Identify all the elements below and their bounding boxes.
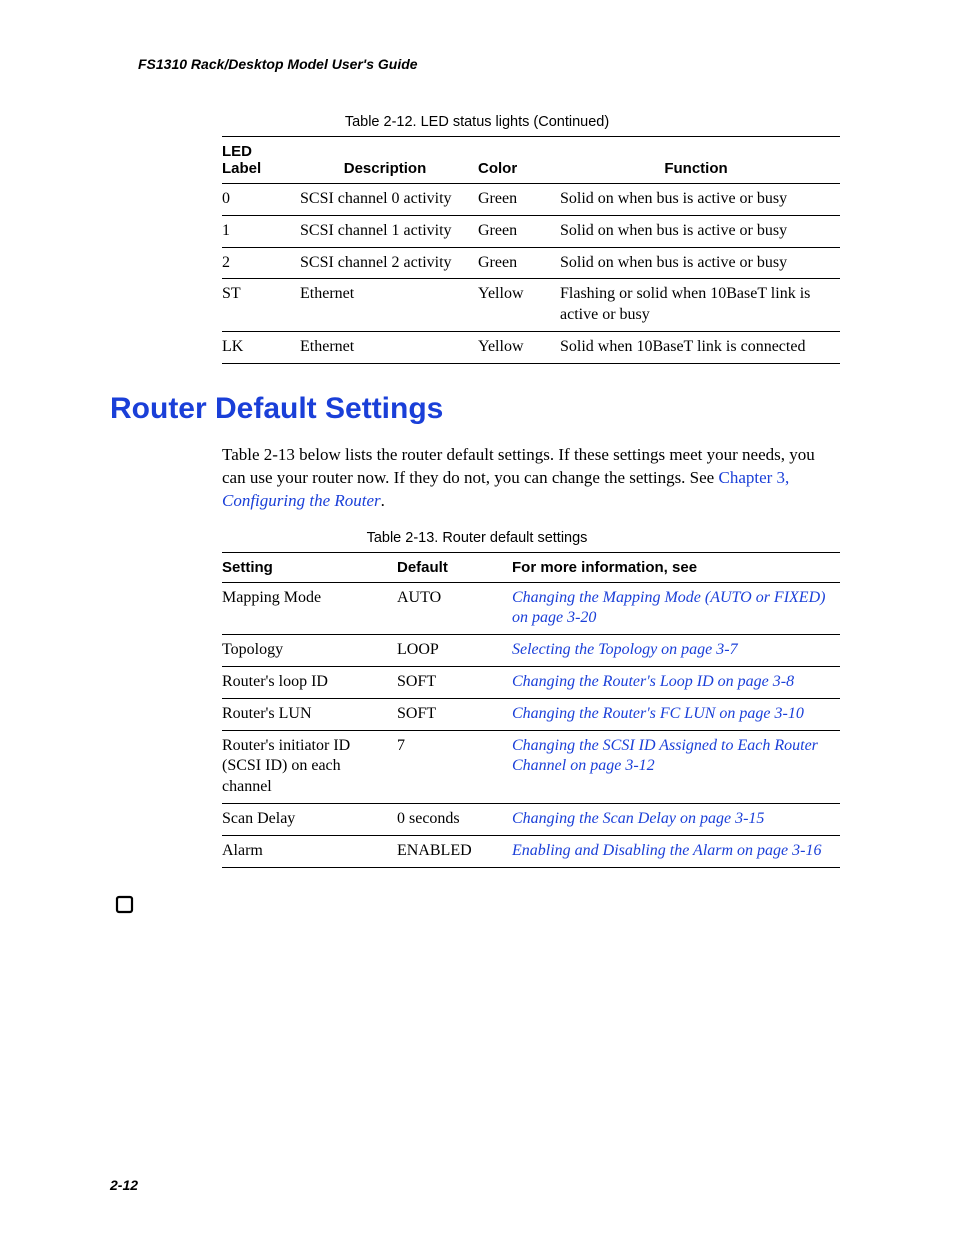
th-setting: Setting — [222, 552, 397, 582]
table-row: Alarm ENABLED Enabling and Disabling the… — [222, 835, 840, 867]
table-13-caption: Table 2-13. Router default settings — [110, 530, 844, 546]
table-row: Topology LOOP Selecting the Topology on … — [222, 635, 840, 667]
th-function: Function — [560, 137, 840, 184]
section-heading-router-default-settings: Router Default Settings — [110, 392, 844, 426]
table-12-led-status: LED Label Description Color Function 0 S… — [222, 136, 840, 364]
table-row: 0 SCSI channel 0 activity Green Solid on… — [222, 184, 840, 216]
table-row: Router's LUN SOFT Changing the Router's … — [222, 698, 840, 730]
link-fc-lun[interactable]: Changing the Router's FC LUN on page 3-1… — [512, 705, 804, 722]
table-row: Scan Delay 0 seconds Changing the Scan D… — [222, 803, 840, 835]
link-loop-id[interactable]: Changing the Router's Loop ID on page 3-… — [512, 673, 794, 690]
running-header: FS1310 Rack/Desktop Model User's Guide — [110, 56, 844, 72]
link-chapter-3[interactable]: Chapter 3, — [718, 468, 789, 487]
th-color: Color — [478, 137, 560, 184]
th-led-label: LED Label — [222, 137, 300, 184]
page-number: 2-12 — [110, 1177, 138, 1193]
th-description: Description — [300, 137, 478, 184]
end-of-section-icon — [114, 894, 844, 916]
link-mapping-mode[interactable]: Changing the Mapping Mode (AUTO or FIXED… — [512, 589, 825, 627]
th-default: Default — [397, 552, 512, 582]
link-scsi-id[interactable]: Changing the SCSI ID Assigned to Each Ro… — [512, 737, 818, 775]
table-row: Mapping Mode AUTO Changing the Mapping M… — [222, 582, 840, 635]
table-13-router-defaults: Setting Default For more information, se… — [222, 552, 840, 868]
intro-paragraph: Table 2-13 below lists the router defaul… — [222, 444, 840, 513]
th-more-info: For more information, see — [512, 552, 840, 582]
table-12-caption: Table 2-12. LED status lights (Continued… — [110, 114, 844, 130]
table-row: ST Ethernet Yellow Flashing or solid whe… — [222, 279, 840, 332]
table-row: Router's initiator ID (SCSI ID) on each … — [222, 730, 840, 803]
link-scan-delay[interactable]: Changing the Scan Delay on page 3-15 — [512, 810, 764, 827]
table-row: LK Ethernet Yellow Solid when 10BaseT li… — [222, 331, 840, 363]
link-topology[interactable]: Selecting the Topology on page 3-7 — [512, 641, 738, 658]
table-row: 1 SCSI channel 1 activity Green Solid on… — [222, 215, 840, 247]
link-configuring-the-router[interactable]: Configuring the Router — [222, 491, 381, 510]
table-row: Router's loop ID SOFT Changing the Route… — [222, 666, 840, 698]
table-row: 2 SCSI channel 2 activity Green Solid on… — [222, 247, 840, 279]
link-alarm[interactable]: Enabling and Disabling the Alarm on page… — [512, 842, 821, 859]
page: FS1310 Rack/Desktop Model User's Guide T… — [0, 0, 954, 1235]
